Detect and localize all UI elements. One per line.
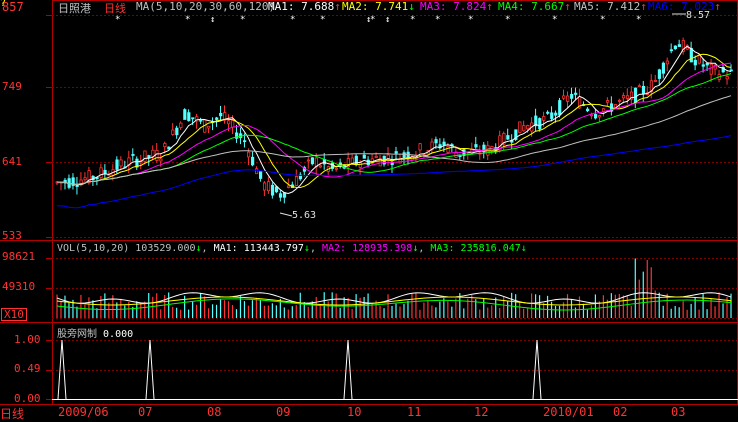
chart-grid	[0, 0, 738, 420]
vol-ma3-label: MA3:	[430, 243, 455, 254]
indicator-title: 股旁网制	[57, 329, 97, 340]
vol-axis-mid: 49310	[2, 280, 36, 293]
date-label: 2009/06	[58, 405, 109, 419]
period-tab[interactable]: 日线	[0, 405, 24, 422]
date-label: 09	[276, 405, 291, 419]
stock-name: 日照港	[58, 2, 91, 15]
signal-markers: * * * * * * * * * * * * *↕ ↕ ↕	[115, 13, 686, 217]
vol-ma3-arrow: ↓	[520, 243, 527, 254]
svg-text:*: *	[600, 15, 605, 25]
date-label: 10	[347, 405, 362, 419]
low-annotation: 5.63	[292, 210, 317, 221]
ma-title: MA(5,10,20,30,60,120)	[136, 0, 276, 13]
date-label: 03	[671, 405, 686, 419]
date-label: 02	[613, 405, 628, 419]
svg-text:*: *	[320, 15, 325, 25]
ma3-value: MA3: 7.824↑	[420, 0, 493, 13]
indicator-value: 0.000	[103, 329, 134, 340]
indicator-spikes	[52, 339, 738, 400]
vol-ma2-label: MA2:	[322, 243, 347, 254]
vol-ma3-value: 235816.047	[460, 243, 521, 254]
ma4-value: MA4: 7.667↑	[498, 0, 571, 13]
ma5-value: MA5: 7.412↑	[574, 0, 647, 13]
chart-menu-icon[interactable]: ?	[0, 0, 8, 11]
vol-ma1-value: 113443.797	[243, 243, 304, 254]
ind-axis-mid: 0.49	[14, 362, 41, 375]
vol-title: VOL(5,10,20)	[57, 243, 130, 254]
vol-axis-top: 98621	[2, 250, 36, 263]
price-axis-533: 533	[2, 229, 22, 242]
vol-ma2-value: 128935.398	[352, 243, 413, 254]
ind-axis-top: 1.00	[14, 333, 41, 346]
svg-text:*: *	[290, 15, 295, 25]
svg-text:*: *	[185, 15, 190, 25]
stock-chart[interactable]: * * * * * * * * * * * * *↕ ↕ ↕	[0, 0, 738, 420]
moving-average-lines	[56, 45, 732, 209]
ma2-value: MA2: 7.741↓	[342, 0, 415, 13]
svg-text:*: *	[240, 15, 245, 25]
svg-text:↕: ↕	[210, 15, 215, 25]
svg-text:*: *	[115, 15, 120, 25]
vol-value: 103529.000	[135, 243, 196, 254]
date-label: 11	[407, 405, 422, 419]
price-candles	[55, 37, 733, 204]
ma1-value: MA1: 7.688↑	[268, 0, 341, 13]
ind-axis-bottom: 0.00	[14, 392, 41, 405]
vol-ma1-label: MA1:	[213, 243, 238, 254]
volume-header: VOL(5,10,20) 103529.000↓, MA1: 113443.79…	[57, 243, 527, 254]
svg-text:↕: ↕	[385, 15, 390, 25]
high-annotation: 8.57	[686, 10, 711, 21]
indicator-header: 股旁网制 0.000	[57, 325, 133, 340]
period-label[interactable]: 日线	[104, 0, 126, 16]
svg-text:↕: ↕	[366, 15, 371, 25]
date-label: 08	[207, 405, 222, 419]
svg-text:*: *	[505, 15, 510, 25]
vol-unit-badge: X10	[1, 308, 27, 321]
price-axis-641: 641	[2, 155, 22, 168]
svg-text:*: *	[552, 15, 557, 25]
svg-text:*: *	[410, 15, 415, 25]
date-label: 07	[138, 405, 153, 419]
price-axis-749: 749	[2, 80, 22, 93]
date-label: 2010/01	[543, 405, 594, 419]
svg-text:*: *	[636, 15, 641, 25]
svg-text:*: *	[435, 15, 440, 25]
svg-text:*: *	[468, 15, 473, 25]
date-label: 12	[474, 405, 489, 419]
